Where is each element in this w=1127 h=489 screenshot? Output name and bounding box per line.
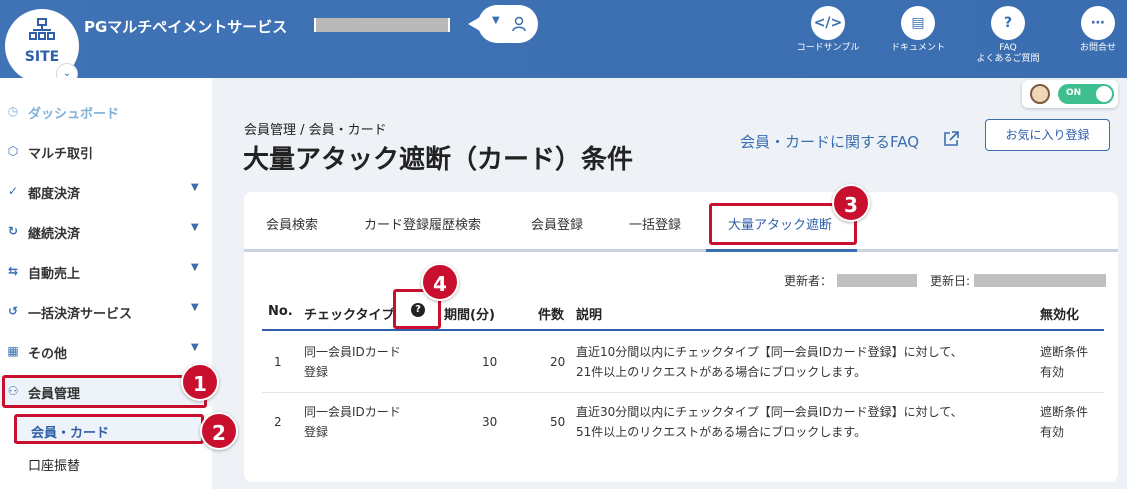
callout-badge-4: 4	[421, 263, 459, 301]
sidebar-item-auto-sales[interactable]: ⇆ 自動売上 ▼	[0, 256, 212, 286]
code-sample-link[interactable]: </> コードサンプル	[792, 6, 864, 54]
chevron-down-icon: ▼	[191, 342, 199, 353]
page-title: 大量アタック遮断（カード）条件	[243, 145, 634, 175]
chevron-down-icon: ▼	[191, 302, 199, 313]
callout-highlight-1	[2, 375, 207, 408]
tab-bar: 会員検索 カード登録履歴検索 会員登録 一括登録 大量アタック遮断	[244, 192, 1118, 252]
cube-icon: ⬡	[7, 144, 19, 158]
sitemap-icon	[29, 18, 55, 40]
callout-highlight-2	[14, 414, 204, 444]
swap-icon: ⇆	[7, 264, 19, 278]
row-divider	[262, 392, 1104, 393]
updated-by-redacted	[837, 274, 917, 287]
col-header-type: チェックタイプ	[304, 308, 395, 323]
sidebar-item-other[interactable]: ▦ その他 ▼	[0, 336, 212, 366]
toggle-knob	[1096, 86, 1112, 102]
sidebar-item-recurring[interactable]: ↻ 継続決済 ▼	[0, 216, 212, 246]
col-header-description: 説明	[576, 308, 603, 323]
shop-name-redacted	[314, 18, 450, 32]
content-card: 会員検索 カード登録履歴検索 会員登録 一括登録 大量アタック遮断 更新者： 更…	[244, 192, 1118, 482]
active-tab-indicator	[706, 249, 857, 252]
tab-card-history[interactable]: カード登録履歴検索	[364, 214, 481, 233]
undo-icon: ↺	[7, 304, 19, 318]
user-icon	[512, 16, 526, 32]
mode-toggle-panel: ON	[1022, 80, 1118, 108]
chevron-down-icon: ▼	[191, 182, 199, 193]
tab-bulk-register[interactable]: 一括登録	[629, 214, 681, 233]
chevron-down-icon: ▼	[492, 15, 500, 26]
col-header-period: 期間(分)	[444, 308, 495, 323]
code-icon: </>	[811, 6, 845, 40]
user-menu[interactable]: ▼	[468, 5, 538, 43]
updated-by-label: 更新者：	[784, 274, 833, 288]
chevron-down-icon: ▼	[191, 222, 199, 233]
question-icon: ?	[991, 6, 1025, 40]
top-header: SITE ⌄ PGマルチペイメントサービス ▼ </> コードサンプル ▤ ドキ…	[0, 0, 1127, 85]
faq-header-link[interactable]: ? FAQ よくあるご質問	[968, 6, 1048, 65]
favorite-button[interactable]: お気に入り登録	[985, 119, 1110, 151]
breadcrumb: 会員管理 / 会員・カード	[244, 123, 387, 138]
chevron-down-icon: ▼	[191, 262, 199, 273]
col-header-disable: 無効化	[1040, 308, 1080, 323]
sidebar-item-bulk[interactable]: ↺ 一括決済サービス ▼	[0, 296, 212, 326]
sidebar-item-one-time[interactable]: ✓ 都度決済 ▼	[0, 176, 212, 206]
sidebar-item-multi[interactable]: ⬡ マルチ取引	[0, 136, 212, 166]
callout-badge-2: 2	[200, 412, 238, 450]
book-icon: ▤	[901, 6, 935, 40]
faq-link[interactable]: 会員・カードに関するFAQ	[740, 131, 919, 152]
sidebar-item-dashboard[interactable]: ◷ ダッシュボード	[0, 96, 212, 126]
tab-member-search[interactable]: 会員検索	[266, 214, 318, 233]
table-header-divider	[262, 329, 1104, 331]
contact-link[interactable]: ⋯ お問合せ	[1072, 6, 1124, 54]
sidebar-subitem-account-transfer[interactable]: 口座振替	[14, 450, 204, 476]
tab-member-register[interactable]: 会員登録	[531, 214, 583, 233]
col-header-count: 件数	[538, 308, 565, 323]
chat-icon: ⋯	[1081, 6, 1115, 40]
grid-icon: ▦	[7, 344, 19, 358]
document-link[interactable]: ▤ ドキュメント	[882, 6, 954, 54]
updated-date-redacted	[974, 274, 1106, 287]
refresh-icon: ↻	[7, 224, 19, 238]
clock-icon: ◷	[7, 104, 19, 118]
updated-date-label: 更新日:	[930, 274, 971, 288]
avatar	[1030, 84, 1050, 104]
external-link-icon[interactable]	[942, 130, 960, 148]
on-off-toggle[interactable]: ON	[1058, 84, 1114, 104]
col-header-no: No.	[268, 304, 293, 319]
callout-badge-1: 1	[181, 363, 219, 401]
check-circle-icon: ✓	[7, 184, 19, 198]
callout-badge-3: 3	[832, 184, 870, 222]
app-title: PGマルチペイメントサービス	[84, 18, 288, 36]
